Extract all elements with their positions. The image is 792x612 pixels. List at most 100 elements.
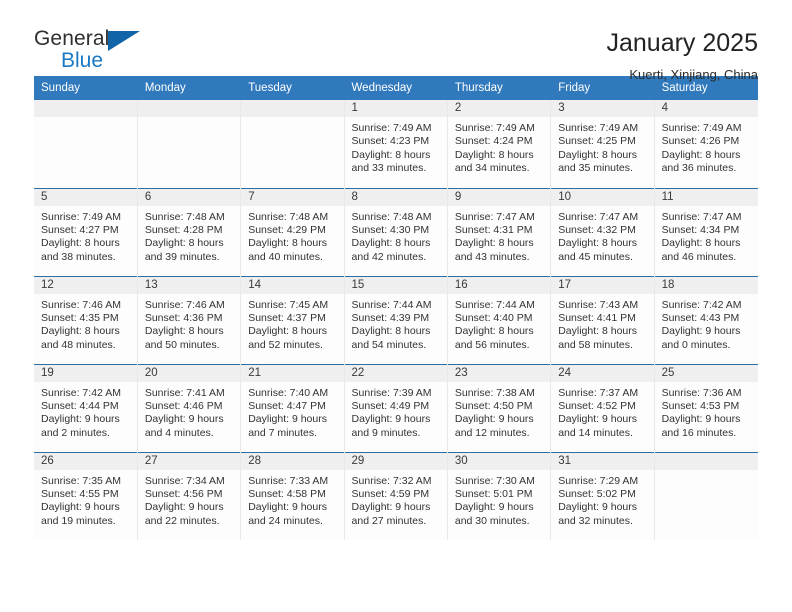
daylight-text: Daylight: 8 hours [351, 325, 431, 338]
sunrise-text: Sunrise: 7:38 AM [454, 386, 535, 399]
day-cell-16[interactable]: 16 Sunrise: 7:44 AM Sunset: 4:40 PM Dayligh… [447, 275, 552, 364]
sunrise-text: Sunrise: 7:46 AM [144, 298, 225, 311]
sunrise-text: Sunrise: 7:35 AM [41, 474, 121, 487]
day-cell-11[interactable]: 11 Sunrise: 7:47 AM Sunset: 4:34 PM Dayligh… [654, 187, 758, 276]
day-cell-21[interactable]: 21 Sunrise: 7:40 AM Sunset: 4:47 PM Dayligh… [240, 363, 345, 452]
calendar-body: 1 Sunrise: 7:49 AM Sunset: 4:23 PM Daylight… [34, 100, 758, 540]
day-cell-31[interactable]: 31 Sunrise: 7:29 AM Sunset: 5:02 PM Dayligh… [550, 451, 655, 540]
sunrise-text: Sunrise: 7:30 AM [454, 474, 535, 487]
day-info [655, 470, 758, 475]
day-cell-8[interactable]: 8 Sunrise: 7:48 AM Sunset: 4:30 PM Daylight… [344, 187, 448, 276]
day-info: Sunrise: 7:34 AM Sunset: 4:56 PM Daylight:… [138, 470, 240, 529]
day-number: 12 [34, 276, 137, 294]
sunrise-text: Sunrise: 7:49 AM [661, 122, 742, 134]
day-number: 18 [654, 276, 758, 294]
day-cell-25[interactable]: 25 Sunrise: 7:36 AM Sunset: 4:53 PM Dayligh… [654, 363, 758, 452]
sunrise-text: Sunrise: 7:48 AM [248, 210, 329, 223]
day-cell-7[interactable]: 7 Sunrise: 7:48 AM Sunset: 4:29 PM Daylight… [240, 187, 345, 276]
day-cell-20[interactable]: 20 Sunrise: 7:41 AM Sunset: 4:46 PM Dayligh… [137, 363, 242, 452]
weekday-header-sunday: Sunday [34, 76, 138, 100]
sunrise-text: Sunrise: 7:45 AM [248, 298, 329, 311]
day-number: 20 [137, 364, 241, 382]
day-number: 1 [344, 100, 447, 117]
daylight-text: Daylight: 8 hours [558, 237, 638, 250]
sunset-text: Sunset: 4:53 PM [661, 399, 740, 412]
day-cell-5[interactable]: 5 Sunrise: 7:49 AM Sunset: 4:27 PM Daylight… [34, 187, 138, 276]
day-info: Sunrise: 7:47 AM Sunset: 4:31 PM Daylight:… [448, 206, 550, 265]
day-cell-13[interactable]: 13 Sunrise: 7:46 AM Sunset: 4:36 PM Dayligh… [137, 275, 242, 364]
day-number: 17 [551, 276, 654, 294]
sunset-text: Sunset: 4:32 PM [558, 223, 636, 236]
day-cell-15[interactable]: 15 Sunrise: 7:44 AM Sunset: 4:39 PM Dayligh… [344, 275, 448, 364]
day-number: 28 [241, 452, 344, 470]
sunrise-text: Sunrise: 7:47 AM [661, 210, 742, 223]
daylight-text: Daylight: 8 hours [558, 325, 638, 338]
day-cell-6[interactable]: 6 Sunrise: 7:48 AM Sunset: 4:28 PM Daylight… [137, 187, 242, 276]
sunrise-text: Sunrise: 7:49 AM [454, 122, 535, 134]
day-info: Sunrise: 7:48 AM Sunset: 4:28 PM Daylight:… [138, 206, 240, 265]
daylight-text-cont: and 48 minutes. [41, 338, 116, 351]
day-cell-12[interactable]: 12 Sunrise: 7:46 AM Sunset: 4:35 PM Dayligh… [34, 275, 138, 364]
daylight-text-cont: and 36 minutes. [661, 162, 737, 175]
day-number: 27 [137, 452, 241, 470]
sunset-text: Sunset: 4:50 PM [454, 399, 533, 412]
day-cell-4[interactable]: 4 Sunrise: 7:49 AM Sunset: 4:26 PM Daylight… [654, 100, 758, 188]
logo-text-blue: Blue [61, 49, 104, 72]
day-cell-9[interactable]: 9 Sunrise: 7:47 AM Sunset: 4:31 PM Daylight… [447, 187, 552, 276]
daylight-text: Daylight: 9 hours [558, 501, 638, 514]
day-cell-29[interactable]: 29 Sunrise: 7:32 AM Sunset: 4:59 PM Dayligh… [344, 451, 448, 540]
day-info: Sunrise: 7:37 AM Sunset: 4:52 PM Daylight:… [551, 382, 653, 441]
day-cell-28[interactable]: 28 Sunrise: 7:33 AM Sunset: 4:58 PM Dayligh… [240, 451, 345, 540]
day-cell-23[interactable]: 23 Sunrise: 7:38 AM Sunset: 4:50 PM Dayligh… [447, 363, 552, 452]
day-cell-24[interactable]: 24 Sunrise: 7:37 AM Sunset: 4:52 PM Dayligh… [550, 363, 655, 452]
day-cell-2[interactable]: 2 Sunrise: 7:49 AM Sunset: 4:24 PM Daylight… [447, 100, 552, 188]
sunrise-text: Sunrise: 7:39 AM [351, 386, 432, 399]
sunset-text: Sunset: 4:59 PM [351, 487, 430, 500]
daylight-text: Daylight: 8 hours [41, 237, 120, 250]
day-info: Sunrise: 7:49 AM Sunset: 4:27 PM Daylight:… [34, 206, 137, 265]
daylight-text: Daylight: 9 hours [558, 413, 638, 426]
page-header: General Blue January 2025 Kuerti, Xinjia… [34, 0, 758, 83]
day-number: 14 [241, 276, 344, 294]
day-cell-27[interactable]: 27 Sunrise: 7:34 AM Sunset: 4:56 PM Dayligh… [137, 451, 242, 540]
calendar-week-row: 1 Sunrise: 7:49 AM Sunset: 4:23 PM Daylight… [34, 100, 758, 188]
day-cell-14[interactable]: 14 Sunrise: 7:45 AM Sunset: 4:37 PM Dayligh… [240, 275, 345, 364]
day-cell-3[interactable]: 3 Sunrise: 7:49 AM Sunset: 4:25 PM Daylight… [550, 100, 655, 188]
daylight-text-cont: and 35 minutes. [558, 162, 633, 175]
weekday-header-monday: Monday [137, 76, 242, 100]
day-number: 9 [447, 188, 551, 206]
sunrise-text: Sunrise: 7:42 AM [41, 386, 121, 399]
day-cell-empty [654, 451, 758, 540]
day-cell-30[interactable]: 30 Sunrise: 7:30 AM Sunset: 5:01 PM Dayligh… [447, 451, 552, 540]
sunset-text: Sunset: 4:39 PM [351, 311, 430, 324]
day-cell-19[interactable]: 19 Sunrise: 7:42 AM Sunset: 4:44 PM Dayligh… [34, 363, 138, 452]
day-cell-26[interactable]: 26 Sunrise: 7:35 AM Sunset: 4:55 PM Dayligh… [34, 451, 138, 540]
day-cell-empty [34, 100, 138, 188]
day-info: Sunrise: 7:49 AM Sunset: 4:26 PM Daylight:… [655, 117, 758, 176]
day-cell-18[interactable]: 18 Sunrise: 7:42 AM Sunset: 4:43 PM Dayligh… [654, 275, 758, 364]
daylight-text-cont: and 40 minutes. [248, 250, 323, 263]
daylight-text-cont: and 30 minutes. [454, 514, 530, 527]
day-info [241, 117, 343, 122]
general-blue-logo[interactable]: General Blue [34, 28, 154, 78]
day-info: Sunrise: 7:30 AM Sunset: 5:01 PM Daylight:… [448, 470, 550, 529]
day-info [34, 117, 137, 122]
day-info: Sunrise: 7:49 AM Sunset: 4:23 PM Daylight:… [345, 117, 447, 176]
sunrise-text: Sunrise: 7:32 AM [351, 474, 432, 487]
calendar-week-row: 12 Sunrise: 7:46 AM Sunset: 4:35 PM Dayligh… [34, 275, 758, 364]
day-info: Sunrise: 7:46 AM Sunset: 4:35 PM Daylight:… [34, 294, 137, 353]
sunrise-text: Sunrise: 7:29 AM [558, 474, 639, 487]
day-number [654, 452, 758, 470]
day-cell-1[interactable]: 1 Sunrise: 7:49 AM Sunset: 4:23 PM Daylight… [344, 100, 448, 188]
daylight-text-cont: and 46 minutes. [661, 250, 737, 263]
daylight-text: Daylight: 8 hours [144, 237, 224, 250]
daylight-text: Daylight: 9 hours [248, 413, 327, 426]
day-cell-22[interactable]: 22 Sunrise: 7:39 AM Sunset: 4:49 PM Dayligh… [344, 363, 448, 452]
calendar-week-row: 26 Sunrise: 7:35 AM Sunset: 4:55 PM Dayligh… [34, 451, 758, 540]
day-cell-10[interactable]: 10 Sunrise: 7:47 AM Sunset: 4:32 PM Dayligh… [550, 187, 655, 276]
daylight-text-cont: and 9 minutes. [351, 426, 421, 439]
day-cell-17[interactable]: 17 Sunrise: 7:43 AM Sunset: 4:41 PM Dayligh… [550, 275, 655, 364]
sunset-text: Sunset: 4:40 PM [454, 311, 533, 324]
sunset-text: Sunset: 4:36 PM [144, 311, 223, 324]
daylight-text-cont: and 4 minutes. [144, 426, 214, 439]
